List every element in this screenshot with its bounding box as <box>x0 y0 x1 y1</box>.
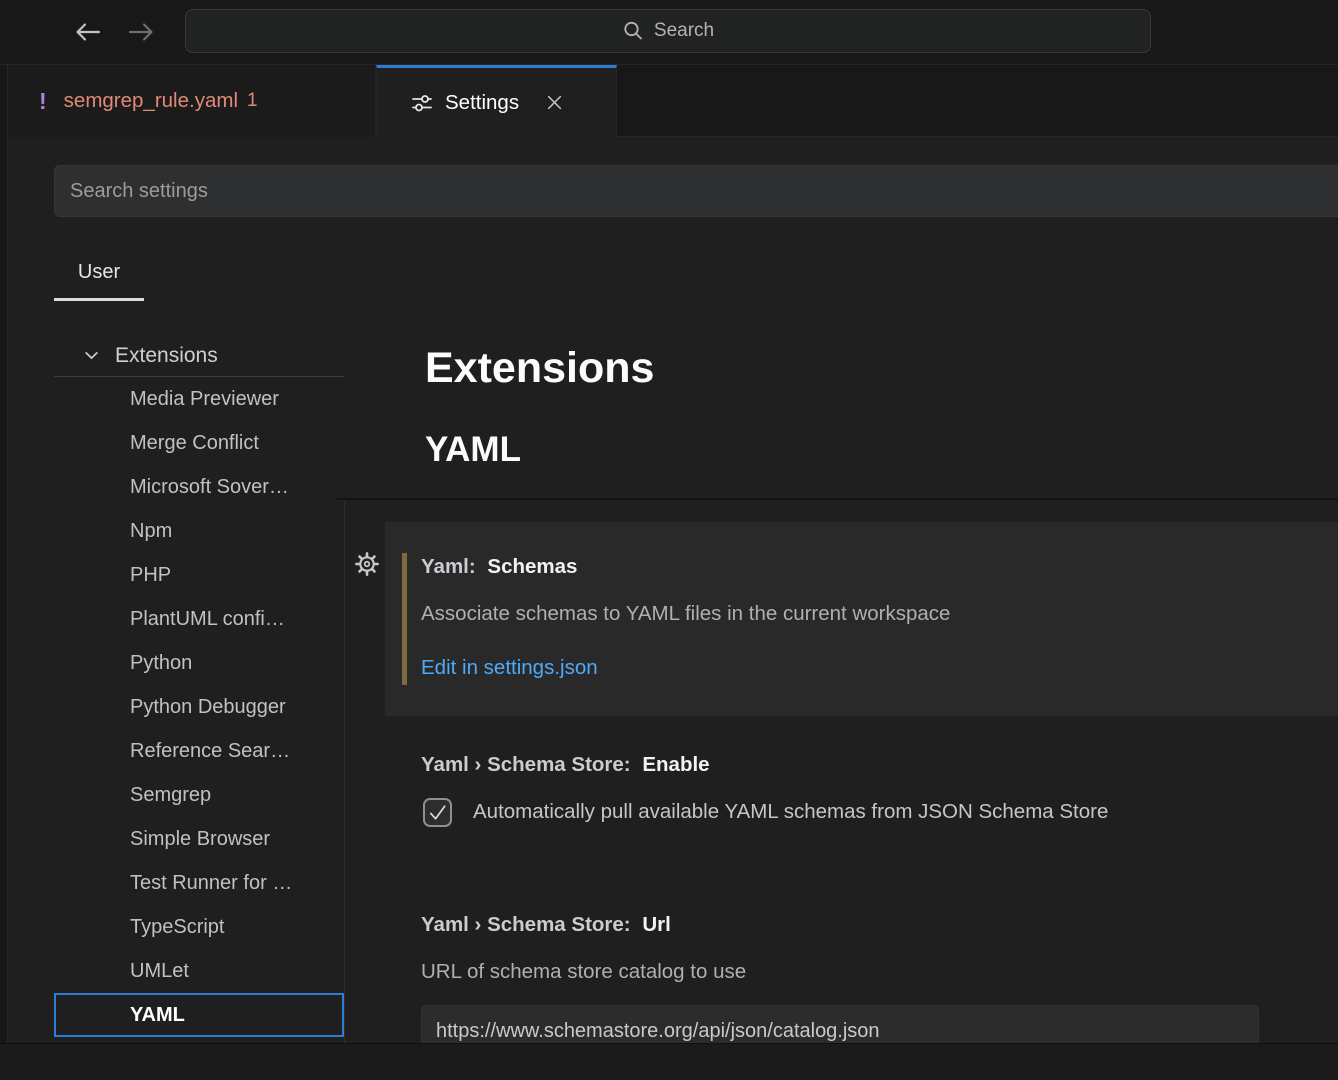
toc-item-php[interactable]: PHP <box>54 553 344 597</box>
toc-item-typescript[interactable]: TypeScript <box>54 905 344 949</box>
schema-store-url-input[interactable] <box>421 1005 1259 1043</box>
close-icon[interactable] <box>546 94 563 111</box>
toc-item-media-previewer[interactable]: Media Previewer <box>54 377 344 421</box>
setting-name: Schemas <box>487 555 577 578</box>
chevron-down-icon <box>83 347 100 364</box>
tab-label: semgrep_rule.yaml <box>64 89 238 113</box>
toc-item-python-debugger[interactable]: Python Debugger <box>54 685 344 729</box>
vscode-window: Search ! semgrep_rule.yaml 1 Settings <box>0 0 1338 1080</box>
toc-list-divider <box>344 501 345 1043</box>
scope-tab-label: User <box>78 261 120 284</box>
tab-settings[interactable]: Settings <box>376 65 617 137</box>
toc-item-microsoft-sover[interactable]: Microsoft Sover… <box>54 465 344 509</box>
setting-category: Yaml › Schema Store: <box>421 753 631 776</box>
toc-item-semgrep[interactable]: Semgrep <box>54 773 344 817</box>
arrow-right-icon <box>126 19 156 45</box>
settings-toc-tree: Extensions Media Previewer Merge Conflic… <box>54 335 344 1037</box>
tab-label: Settings <box>445 91 519 115</box>
checkbox-label: Automatically pull available YAML schema… <box>473 799 1108 825</box>
toc-item-plantuml[interactable]: PlantUML confi… <box>54 597 344 641</box>
header-divider <box>337 498 1338 500</box>
command-center-label: Search <box>654 20 714 42</box>
toc-root-extensions[interactable]: Extensions <box>54 335 344 377</box>
setting-title-schema-store-enable: Yaml › Schema Store: Enable <box>421 752 710 778</box>
toc-root-label: Extensions <box>115 344 218 368</box>
gear-icon[interactable] <box>354 551 380 577</box>
error-exclamation-icon: ! <box>39 88 47 115</box>
scope-tab-user[interactable]: User <box>54 243 144 301</box>
command-center-search[interactable]: Search <box>185 9 1151 53</box>
back-button[interactable] <box>71 17 105 47</box>
settings-search-input[interactable] <box>54 165 1338 217</box>
schema-store-enable-checkbox[interactable] <box>423 798 452 827</box>
settings-editor: User Extensions Media Previewer Merge Co… <box>8 137 1338 1043</box>
setting-title-schema-store-url: Yaml › Schema Store: Url <box>421 912 671 938</box>
search-icon <box>622 20 644 42</box>
toc-item-npm[interactable]: Npm <box>54 509 344 553</box>
page-title: Extensions <box>425 344 654 392</box>
page-subtitle: YAML <box>425 428 521 472</box>
arrow-left-icon <box>73 19 103 45</box>
toc-item-yaml-selected[interactable]: YAML <box>54 993 344 1037</box>
title-bar: Search <box>0 0 1338 65</box>
active-tab-underline <box>54 298 144 301</box>
setting-category: Yaml › Schema Store: <box>421 913 631 936</box>
setting-name: Enable <box>642 753 709 776</box>
editor-tab-strip: ! semgrep_rule.yaml 1 Settings <box>8 65 1338 137</box>
toc-item-reference-search[interactable]: Reference Sear… <box>54 729 344 773</box>
toc-item-test-runner[interactable]: Test Runner for … <box>54 861 344 905</box>
tab-semgrep-rule-yaml[interactable]: ! semgrep_rule.yaml 1 <box>8 65 376 137</box>
edit-in-settings-json-link[interactable]: Edit in settings.json <box>421 655 598 681</box>
checkmark-icon <box>427 802 448 823</box>
bottom-strip <box>0 1043 1338 1080</box>
problems-count-badge: 1 <box>247 90 258 112</box>
editor-left-border <box>0 65 8 1080</box>
toc-item-umlet[interactable]: UMLet <box>54 949 344 993</box>
setting-title-schemas: Yaml: Schemas <box>421 554 577 580</box>
toc-item-merge-conflict[interactable]: Merge Conflict <box>54 421 344 465</box>
modified-indicator <box>402 553 407 685</box>
setting-description: URL of schema store catalog to use <box>421 959 746 985</box>
forward-button[interactable] <box>124 17 158 47</box>
toc-item-python[interactable]: Python <box>54 641 344 685</box>
toc-item-simple-browser[interactable]: Simple Browser <box>54 817 344 861</box>
setting-category: Yaml: <box>421 555 476 578</box>
setting-name: Url <box>642 913 670 936</box>
settings-sliders-icon <box>410 91 434 115</box>
setting-description: Associate schemas to YAML files in the c… <box>421 601 950 627</box>
